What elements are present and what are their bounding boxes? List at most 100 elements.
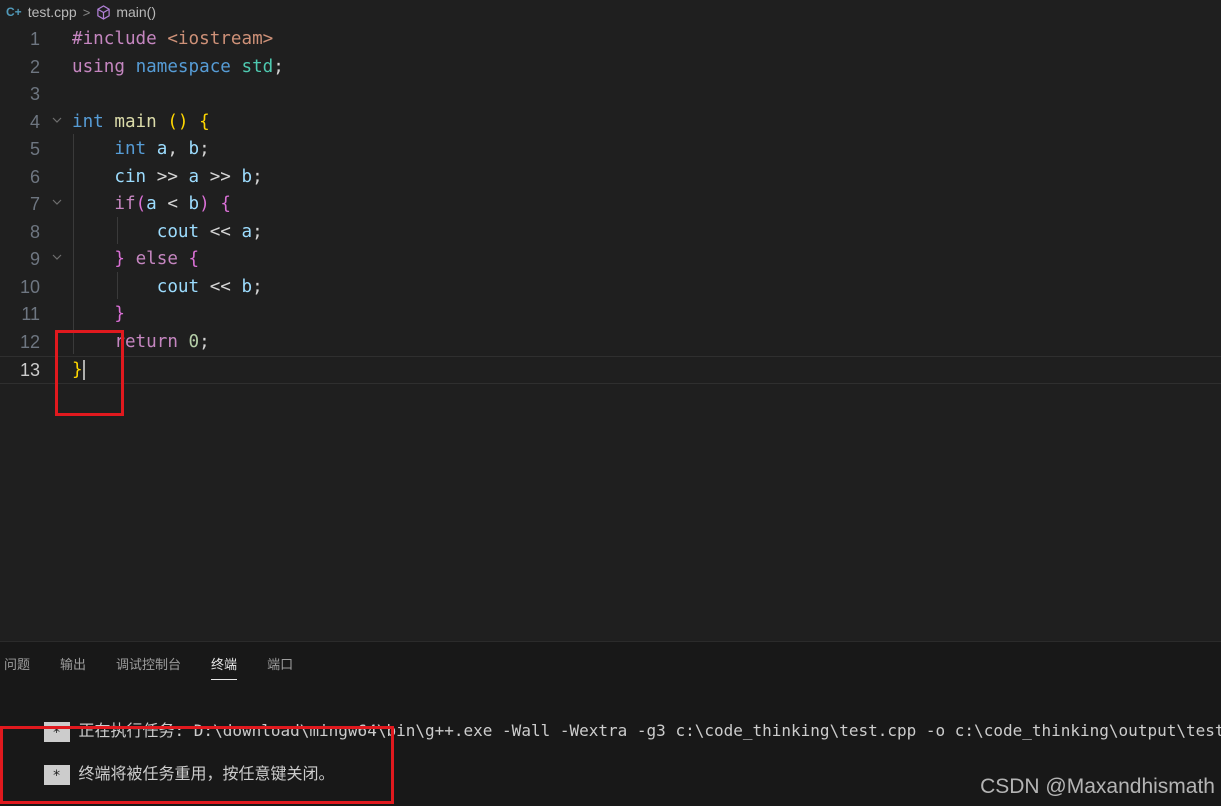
code-text: int main () { [72, 109, 210, 137]
code-line[interactable]: 2 using namespace std; [0, 54, 1221, 82]
code-token: { [199, 111, 210, 132]
watermark: CSDN @Maxandhismath [980, 775, 1215, 798]
code-text: } else { [72, 246, 199, 274]
code-token: ; [273, 56, 284, 77]
code-token: cout [156, 276, 210, 297]
code-token: ) [199, 194, 221, 214]
code-token: ; [252, 221, 263, 242]
panel-tab[interactable]: 输出 [60, 654, 86, 680]
code-text: cout << b; [72, 274, 263, 302]
line-number: 8 [29, 221, 40, 242]
code-token: () [167, 111, 200, 132]
line-number: 7 [29, 194, 40, 214]
code-text: #include <iostream> [72, 26, 273, 54]
code-token: >> [156, 166, 189, 187]
code-line[interactable]: 11 } [0, 301, 1221, 329]
code-token: b [241, 166, 253, 187]
code-token: } [114, 304, 125, 324]
code-token: a [241, 221, 253, 242]
code-text: int a, b; [72, 136, 210, 164]
annotation-box-terminal-message [0, 726, 394, 804]
code-token: ; [199, 139, 210, 159]
code-line[interactable]: 6 cin >> a >> b; [0, 164, 1221, 192]
code-token: b [188, 194, 200, 214]
code-editor[interactable]: 1 #include <iostream> 2 using namespace std… [0, 24, 1221, 641]
code-token: if [114, 194, 136, 214]
code-line[interactable]: 12 return 0; [0, 329, 1221, 357]
code-token: namespace [135, 56, 242, 77]
panel-tab[interactable]: 问题 [4, 654, 30, 680]
line-number: 4 [29, 111, 40, 132]
code-token: ; [252, 276, 263, 297]
fold-chevron-icon[interactable] [51, 246, 63, 274]
annotation-box-closing-brace [55, 330, 124, 416]
code-token: main [114, 111, 168, 132]
code-token: ( [135, 194, 147, 214]
code-line[interactable]: 7 if(a < b) { [0, 191, 1221, 219]
code-token: a [146, 194, 168, 214]
fold-chevron-icon[interactable] [51, 109, 63, 137]
code-token: { [220, 194, 231, 214]
code-token: else [135, 249, 189, 269]
code-token: cin [114, 166, 157, 187]
fold-chevron-icon[interactable] [51, 191, 63, 219]
code-token: using [72, 56, 136, 77]
line-number: 1 [29, 29, 40, 49]
code-line[interactable]: 5 int a, b; [0, 136, 1221, 164]
code-token: cout [156, 221, 210, 242]
line-number: 12 [19, 331, 40, 352]
code-token: << [209, 276, 242, 297]
code-token: ; [252, 166, 263, 187]
code-token: int [72, 111, 115, 132]
line-number: 9 [29, 249, 40, 269]
code-token: <iostream> [167, 29, 274, 49]
code-text: if(a < b) { [72, 191, 231, 219]
breadcrumb-symbol[interactable]: main() [116, 4, 156, 20]
code-line[interactable]: 10 cout << b; [0, 274, 1221, 302]
panel-tab[interactable]: 调试控制台 [116, 654, 181, 680]
code-token: { [188, 249, 200, 269]
cube-icon [96, 4, 111, 20]
code-token: #include [72, 29, 168, 49]
breadcrumb-file[interactable]: test.cpp [28, 4, 77, 20]
cpp-file-icon: C+ [6, 5, 22, 19]
code-token: a [188, 166, 210, 187]
code-token: int [114, 139, 157, 159]
code-text: using namespace std; [72, 54, 284, 82]
panel-tab[interactable]: 端口 [267, 654, 293, 680]
code-token: >> [209, 166, 242, 187]
breadcrumb-separator: > [82, 4, 91, 20]
panel-tab[interactable]: 终端 [211, 654, 238, 680]
code-text: cout << a; [72, 219, 263, 247]
code-token: std [241, 56, 274, 77]
panel-tabs: 问题 输出 调试控制台 终端 端口 [0, 654, 319, 680]
line-number: 11 [21, 304, 40, 324]
code-token: } [114, 249, 136, 269]
line-number: 10 [19, 276, 40, 297]
code-line[interactable]: 9 } else { [0, 246, 1221, 274]
line-number: 6 [29, 166, 40, 187]
code-token: < [167, 194, 189, 214]
code-token: , [167, 139, 189, 159]
code-token: ; [199, 331, 210, 352]
code-line[interactable]: 13} [0, 356, 1221, 384]
code-token: b [241, 276, 253, 297]
code-token: b [188, 139, 200, 159]
code-token: return [114, 331, 189, 352]
line-number: 5 [29, 139, 40, 159]
line-number: 13 [19, 360, 40, 380]
code-token: 0 [188, 331, 200, 352]
line-number: 2 [29, 56, 40, 77]
code-token: << [209, 221, 242, 242]
code-line[interactable]: 3 [0, 81, 1221, 109]
code-line[interactable]: 4 int main () { [0, 109, 1221, 137]
code-token: a [156, 139, 168, 159]
code-line[interactable]: 8 cout << a; [0, 219, 1221, 247]
code-line[interactable]: 1 #include <iostream> [0, 26, 1221, 54]
